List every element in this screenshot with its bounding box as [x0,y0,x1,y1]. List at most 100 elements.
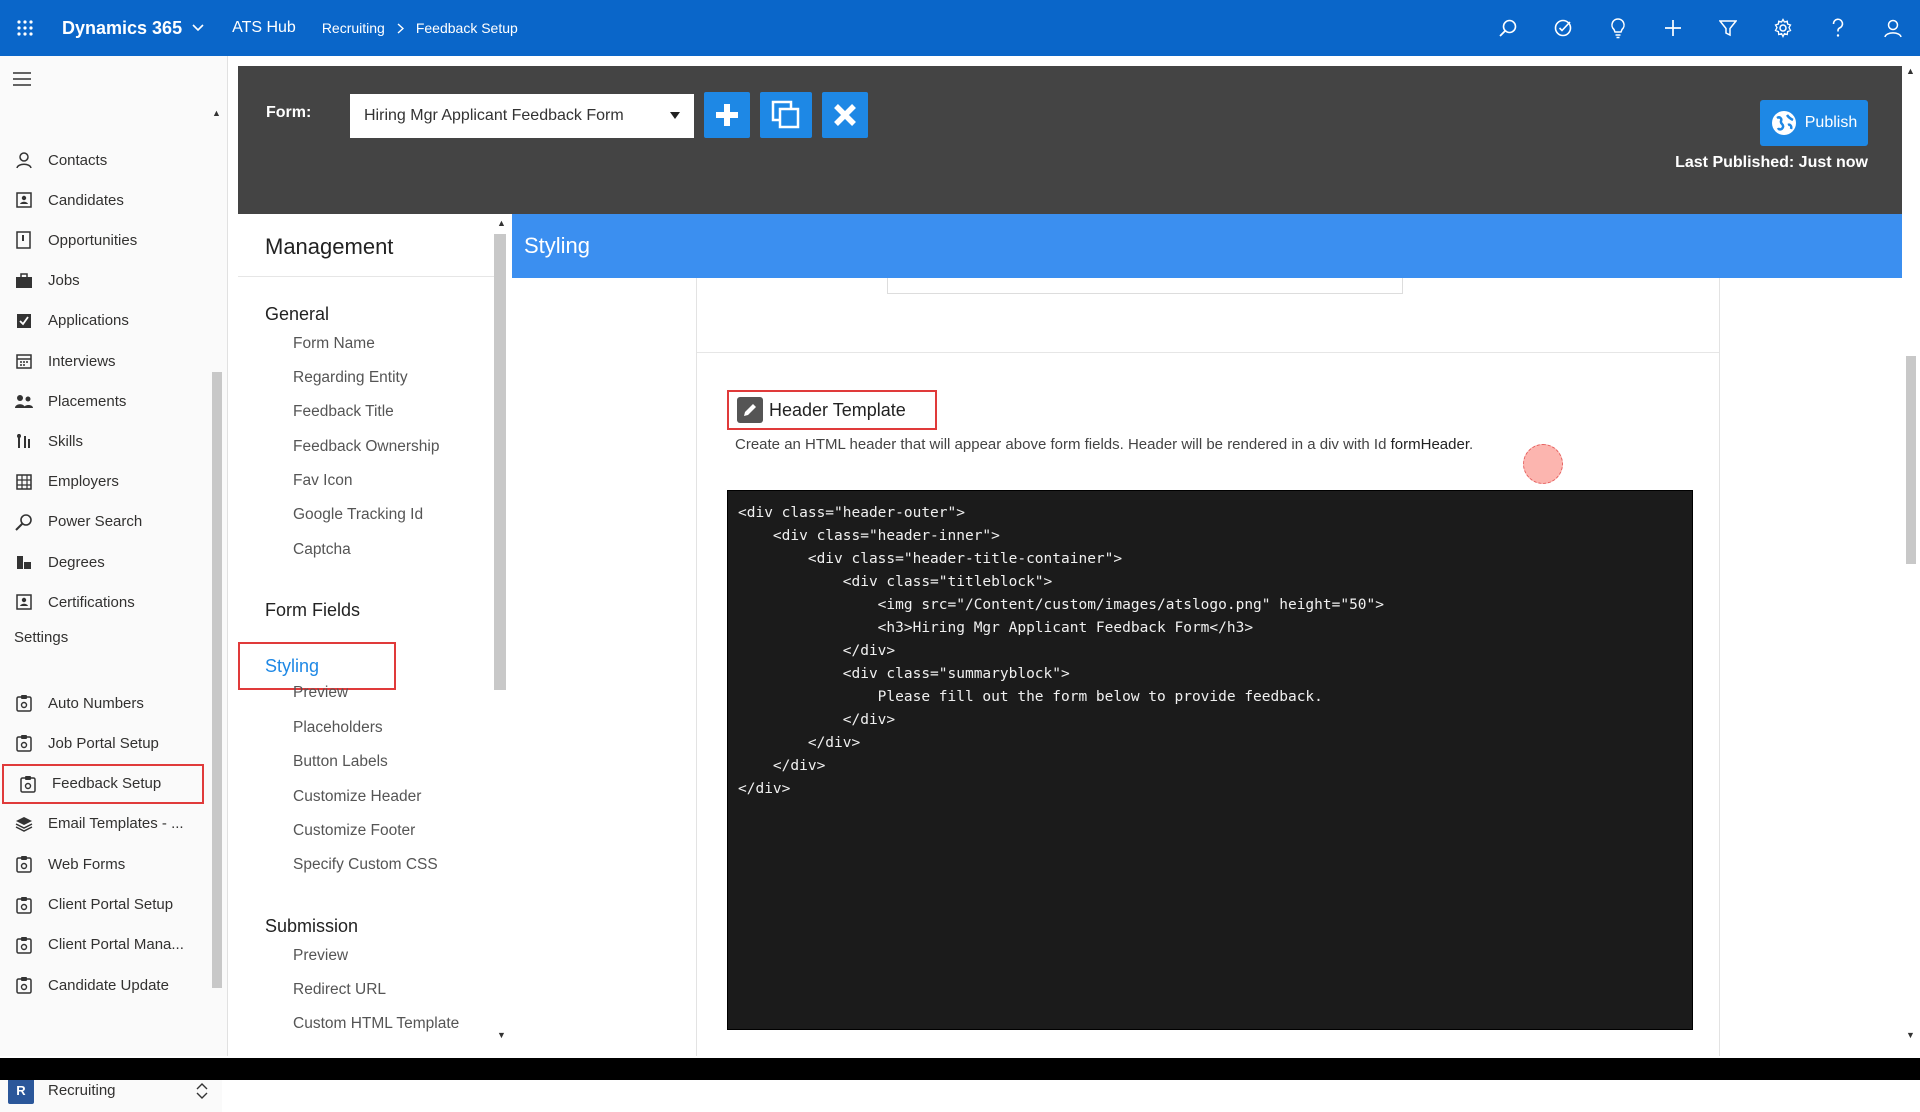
mgmt-item-custom-css[interactable]: Specify Custom CSS [293,856,438,874]
filter-icon[interactable] [1700,0,1755,56]
mgmt-item-fav-icon[interactable]: Fav Icon [293,472,352,490]
breadcrumb-feedback-setup[interactable]: Feedback Setup [416,20,518,36]
hub-name[interactable]: ATS Hub [232,19,296,37]
scroll-up-arrow-icon[interactable]: ▲ [1906,66,1915,76]
mgmt-item-captcha[interactable]: Captcha [293,541,351,559]
breadcrumb-recruiting[interactable]: Recruiting [322,20,385,36]
header-template-heading: Header Template [727,390,937,430]
scroll-down-arrow-icon[interactable]: ▼ [497,1030,506,1040]
mgmt-item-button-labels[interactable]: Button Labels [293,753,388,771]
building-icon [12,472,36,492]
delete-form-button[interactable] [822,92,868,138]
settings-heading: Settings [14,629,69,646]
code-line: </div> [738,712,896,728]
sidebar-item-email-templates[interactable]: Email Templates - ... [0,804,210,844]
sidebar-item-label: Degrees [48,553,105,571]
plus-icon[interactable] [1645,0,1700,56]
publish-label: Publish [1804,114,1858,131]
mgmt-item-google-tracking-id[interactable]: Google Tracking Id [293,506,423,524]
publish-button[interactable]: Publish [1760,100,1868,146]
sidebar-item-employers[interactable]: Employers [0,462,210,502]
search-icon[interactable] [1480,0,1535,56]
sidebar-item-interviews[interactable]: Interviews [0,341,210,381]
sidebar-item-placements[interactable]: Placements [0,381,210,421]
sidebar-item-label: Employers [48,473,119,491]
skills-icon [12,431,36,451]
sidebar-item-jobs[interactable]: Jobs [0,261,210,301]
last-published-status: Last Published: Just now [1675,154,1868,171]
sidebar-item-web-forms[interactable]: Web Forms [0,844,210,884]
styling-section-title: Styling [524,233,591,258]
sidebar-item-auto-numbers[interactable]: Auto Numbers [0,683,210,723]
sidebar-item-label: Job Portal Setup [48,734,159,752]
sitemap-scrollbar[interactable] [212,372,222,988]
layers-icon [12,814,36,834]
mgmt-item-custom-html-template[interactable]: Custom HTML Template [293,1015,459,1033]
people-icon [12,391,36,411]
mgmt-item-customize-footer[interactable]: Customize Footer [293,822,415,840]
mgmt-item-feedback-ownership[interactable]: Feedback Ownership [293,438,439,456]
contact-card-icon [12,190,36,210]
sidebar-item-skills[interactable]: Skills [0,421,210,461]
section-general[interactable]: General [265,304,329,325]
chevron-right-icon [397,22,404,34]
site-map: ▲ Contacts Candidates Opportunities Jobs App… [0,56,228,1112]
degree-icon [12,552,36,572]
checkbox-icon [12,311,36,331]
user-profile-icon[interactable] [1865,0,1920,56]
hamburger-menu-icon[interactable] [12,72,32,86]
divider [238,276,494,277]
management-scrollbar[interactable] [494,234,506,690]
mgmt-item-redirect-url[interactable]: Redirect URL [293,981,386,999]
area-label: Recruiting [48,1082,116,1099]
section-form-fields[interactable]: Form Fields [265,600,360,621]
mgmt-item-customize-header[interactable]: Customize Header [293,788,421,806]
code-line: </div> [738,781,791,797]
sidebar-item-applications[interactable]: Applications [0,301,210,341]
help-icon[interactable] [1810,0,1865,56]
sidebar-item-contacts[interactable]: Contacts [0,140,210,180]
chevron-up-down-icon [196,1082,208,1100]
sidebar-item-client-portal-setup[interactable]: Client Portal Setup [0,885,210,925]
sidebar-item-label: Skills [48,432,84,450]
sidebar-item-feedback-setup[interactable]: Feedback Setup [2,763,204,804]
area-badge: R [8,1077,34,1104]
app-launcher-icon[interactable] [0,0,50,56]
sidebar-item-power-search[interactable]: Power Search [0,502,210,542]
mgmt-item-form-name[interactable]: Form Name [293,335,375,353]
pencil-icon[interactable] [737,397,763,423]
mgmt-item-regarding-entity[interactable]: Regarding Entity [293,369,408,387]
sidebar-item-degrees[interactable]: Degrees [0,542,210,582]
scroll-up-arrow-icon[interactable]: ▲ [497,218,506,228]
click-indicator [1523,444,1563,484]
previous-field-input[interactable] [887,278,1403,294]
copy-form-button[interactable] [760,92,812,138]
sidebar-item-label: Opportunities [48,231,138,249]
section-submission[interactable]: Submission [265,916,358,937]
scroll-up-arrow-icon[interactable]: ▲ [212,108,221,118]
sidebar-item-opportunities[interactable]: Opportunities [0,220,210,260]
sidebar-item-client-portal-mana[interactable]: Client Portal Mana... [0,925,210,965]
scroll-down-arrow-icon[interactable]: ▼ [1906,1030,1915,1040]
section-styling[interactable]: Styling [238,642,396,690]
main-scrollbar[interactable] [1906,356,1916,564]
mgmt-item-styling-preview[interactable]: Preview [293,684,348,702]
gear-icon[interactable] [1755,0,1810,56]
header-template-code-editor[interactable]: <div class="header-outer"> <div class="h… [727,490,1693,1030]
calendar-icon [12,351,36,371]
sidebar-item-certifications[interactable]: Certifications [0,582,210,622]
code-line: <div class="header-title-container"> [738,551,1123,567]
sidebar-item-job-portal-setup[interactable]: Job Portal Setup [0,723,210,763]
task-icon[interactable] [1535,0,1590,56]
app-name-switcher[interactable]: Dynamics 365 [62,18,204,39]
lightbulb-icon[interactable] [1590,0,1645,56]
mgmt-item-feedback-title[interactable]: Feedback Title [293,403,394,421]
mgmt-item-placeholders[interactable]: Placeholders [293,719,383,737]
opportunity-icon [12,230,36,250]
sidebar-item-candidate-update[interactable]: Candidate Update [0,965,210,1005]
form-select-dropdown[interactable]: Hiring Mgr Applicant Feedback Form [350,94,694,138]
mgmt-item-submission-preview[interactable]: Preview [293,947,348,965]
close-icon [833,103,857,127]
add-form-button[interactable] [704,92,750,138]
sidebar-item-candidates[interactable]: Candidates [0,180,210,220]
